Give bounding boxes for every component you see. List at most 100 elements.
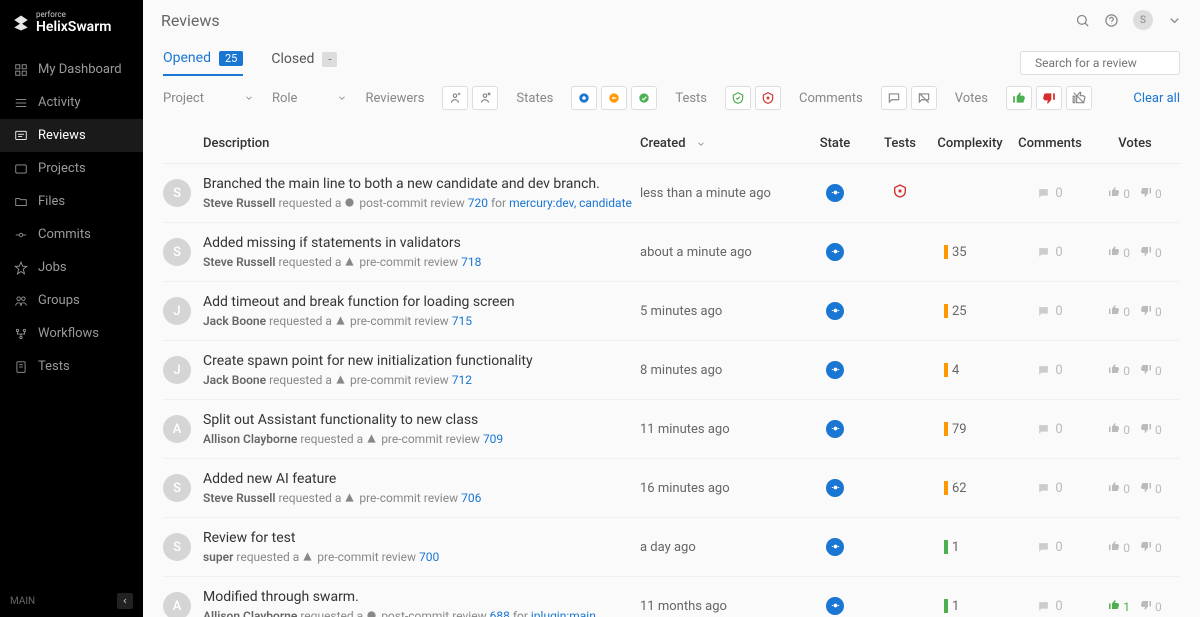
author-avatar: J: [163, 297, 191, 325]
review-id-link[interactable]: 712: [452, 373, 472, 387]
table-row[interactable]: S Branched the main line to both a new c…: [163, 164, 1180, 223]
state-needs-review-icon: [826, 361, 844, 379]
review-subtitle: super requested a pre-commit review 700: [203, 550, 640, 564]
filter-states-label: States: [516, 91, 553, 106]
tab-opened[interactable]: Opened 25: [163, 50, 243, 76]
nav-jobs[interactable]: Jobs: [0, 251, 143, 284]
review-id-link[interactable]: 715: [452, 314, 472, 328]
comments-none-button[interactable]: [911, 86, 937, 110]
review-id-link[interactable]: 718: [461, 255, 481, 269]
vote-up[interactable]: 0: [1108, 304, 1130, 319]
table-row[interactable]: S Review for test super requested a pre-…: [163, 518, 1180, 577]
votes-up-button[interactable]: [1006, 86, 1032, 110]
tests-pass-button[interactable]: [725, 86, 751, 110]
review-title: Add timeout and break function for loadi…: [203, 294, 640, 310]
col-created[interactable]: Created: [640, 136, 800, 151]
vote-down[interactable]: 0: [1140, 245, 1162, 260]
nav-commits[interactable]: Commits: [0, 218, 143, 251]
review-id-link[interactable]: 700: [419, 550, 439, 564]
nav-tests[interactable]: Tests: [0, 350, 143, 383]
state-needs-revision-button[interactable]: [601, 86, 627, 110]
votes-none-button[interactable]: [1066, 86, 1092, 110]
commit-type-icon: [335, 315, 347, 327]
created-time: about a minute ago: [640, 245, 800, 260]
search-icon[interactable]: [1075, 13, 1090, 28]
chevron-down-icon[interactable]: [1167, 13, 1182, 28]
votes: 1 0: [1090, 599, 1180, 614]
vote-down[interactable]: 0: [1140, 540, 1162, 555]
votes: 0 0: [1090, 422, 1180, 437]
state-approved-button[interactable]: [631, 86, 657, 110]
review-id-link[interactable]: 688: [490, 609, 510, 617]
col-comments[interactable]: Comments: [1010, 136, 1090, 151]
vote-down[interactable]: 0: [1140, 422, 1162, 437]
vote-up[interactable]: 0: [1108, 363, 1130, 378]
header: Reviews S: [143, 0, 1200, 40]
brand-name: HelixSwarm: [36, 19, 111, 35]
votes-down-button[interactable]: [1036, 86, 1062, 110]
votes: 0 0: [1090, 245, 1180, 260]
help-icon[interactable]: [1104, 13, 1119, 28]
nav-files[interactable]: Files: [0, 185, 143, 218]
col-description[interactable]: Description: [203, 136, 640, 151]
col-tests[interactable]: Tests: [870, 136, 930, 151]
vote-up[interactable]: 0: [1108, 186, 1130, 201]
nav-activity[interactable]: Activity: [0, 86, 143, 119]
vote-up[interactable]: 0: [1108, 245, 1130, 260]
author-name: Jack Boone: [203, 373, 266, 387]
review-search[interactable]: [1020, 51, 1180, 75]
filter-role[interactable]: Role: [272, 87, 347, 110]
footer-label: MAIN: [10, 596, 35, 607]
reviewers-none-button[interactable]: [472, 86, 498, 110]
author-avatar: S: [163, 179, 191, 207]
nav-dashboard[interactable]: My Dashboard: [0, 53, 143, 86]
review-subtitle: Steve Russell requested a pre-commit rev…: [203, 255, 640, 269]
vote-up[interactable]: 0: [1108, 422, 1130, 437]
clear-all-link[interactable]: Clear all: [1133, 91, 1180, 106]
vote-up[interactable]: 0: [1108, 540, 1130, 555]
tests-fail-button[interactable]: [755, 86, 781, 110]
author-avatar: A: [163, 592, 191, 617]
vote-up[interactable]: 0: [1108, 481, 1130, 496]
brand-logo[interactable]: perforce HelixSwarm: [0, 0, 143, 45]
table-row[interactable]: S Added new AI feature Steve Russell req…: [163, 459, 1180, 518]
vote-up[interactable]: 1: [1108, 599, 1130, 614]
review-id-link[interactable]: 709: [483, 432, 503, 446]
review-subtitle: Jack Boone requested a pre-commit review…: [203, 314, 640, 328]
col-state[interactable]: State: [800, 136, 870, 151]
search-input[interactable]: [1035, 56, 1191, 70]
state-needs-review-icon: [826, 302, 844, 320]
nav-workflows[interactable]: Workflows: [0, 317, 143, 350]
collapse-sidebar[interactable]: [117, 593, 133, 609]
tab-closed[interactable]: Closed -: [271, 51, 337, 75]
nav-groups[interactable]: Groups: [0, 284, 143, 317]
nav-projects[interactable]: Projects: [0, 152, 143, 185]
filter-project[interactable]: Project: [163, 87, 254, 110]
table-row[interactable]: S Added missing if statements in validat…: [163, 223, 1180, 282]
comments-count: 0: [1010, 304, 1090, 319]
vote-down[interactable]: 0: [1140, 363, 1162, 378]
tabs-row: Opened 25 Closed -: [143, 40, 1200, 76]
review-id-link[interactable]: 706: [461, 491, 481, 505]
table-row[interactable]: J Add timeout and break function for loa…: [163, 282, 1180, 341]
author-name: super: [203, 550, 233, 564]
vote-down[interactable]: 0: [1140, 481, 1162, 496]
created-time: 11 months ago: [640, 599, 800, 614]
table-row[interactable]: A Modified through swarm. Allison Claybo…: [163, 577, 1180, 617]
reviewers-has-button[interactable]: [442, 86, 468, 110]
table-row[interactable]: A Split out Assistant functionality to n…: [163, 400, 1180, 459]
complexity-value: 79: [952, 422, 967, 437]
comments-has-button[interactable]: [881, 86, 907, 110]
vote-down[interactable]: 0: [1140, 304, 1162, 319]
review-id-link[interactable]: 720: [468, 196, 488, 210]
nav-reviews[interactable]: Reviews: [0, 119, 143, 152]
table-row[interactable]: J Create spawn point for new initializat…: [163, 341, 1180, 400]
vote-down[interactable]: 0: [1140, 599, 1162, 614]
vote-down[interactable]: 0: [1140, 186, 1162, 201]
col-complexity[interactable]: Complexity: [930, 136, 1010, 151]
col-votes[interactable]: Votes: [1090, 136, 1180, 151]
user-avatar[interactable]: S: [1133, 10, 1153, 30]
filter-tests-label: Tests: [675, 91, 707, 106]
author-avatar: J: [163, 356, 191, 384]
state-needs-review-button[interactable]: [571, 86, 597, 110]
